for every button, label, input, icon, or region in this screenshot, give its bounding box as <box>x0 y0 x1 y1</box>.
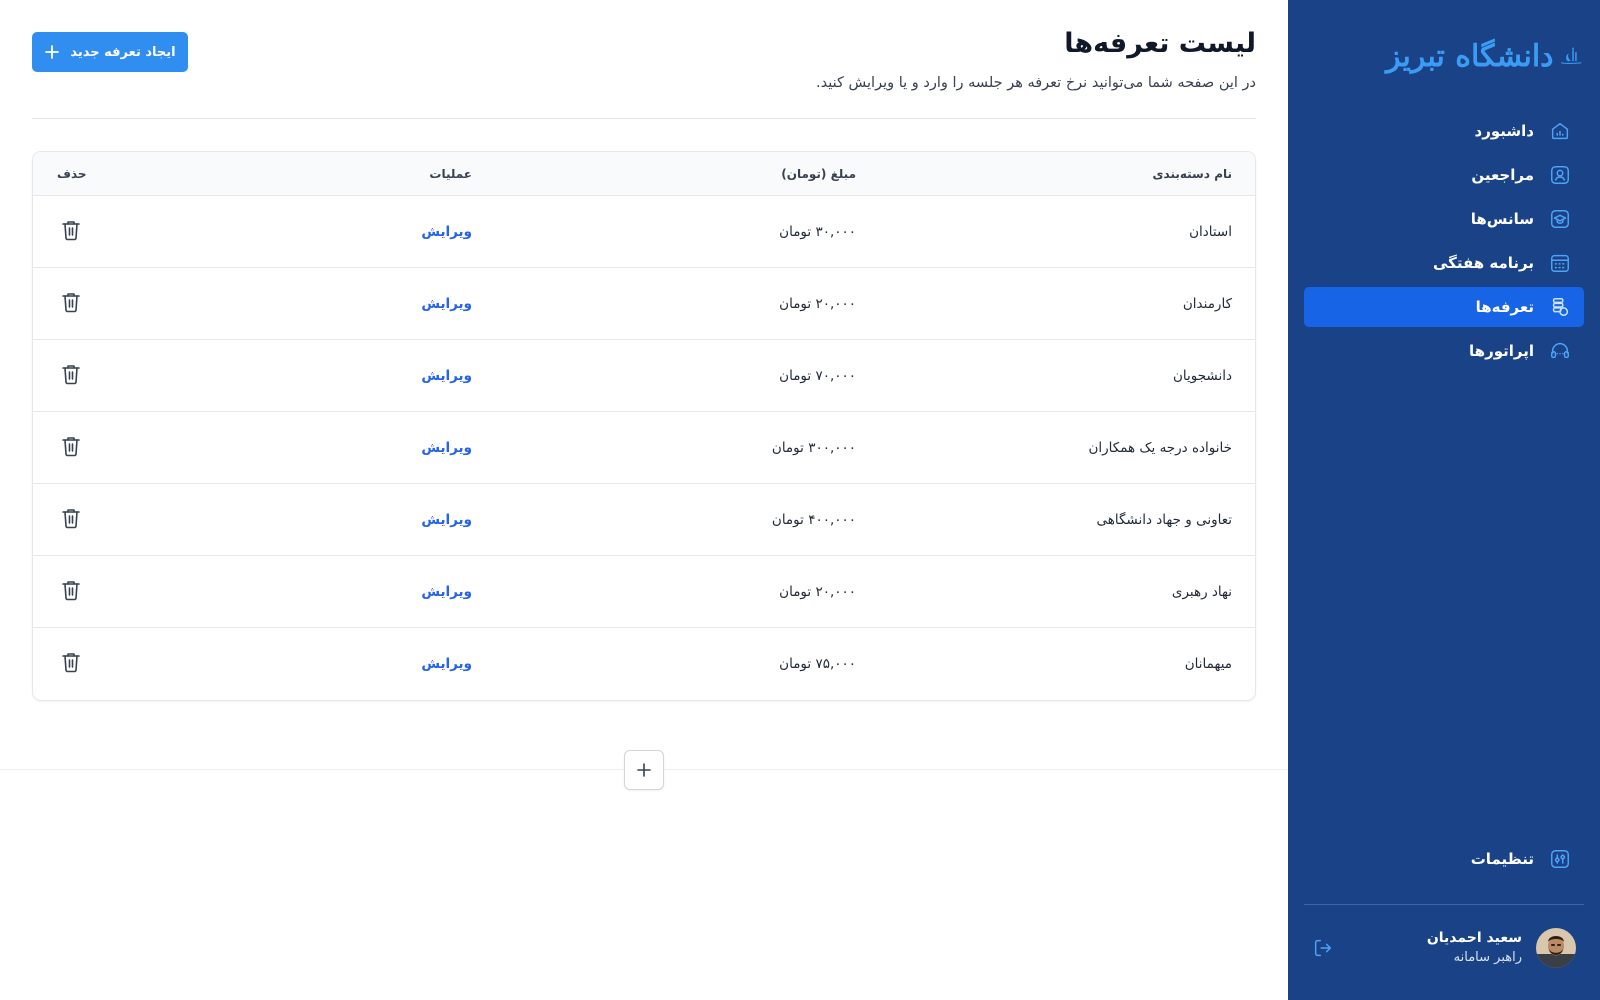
create-tariff-button[interactable]: ایجاد تعرفه جدید <box>32 32 188 72</box>
trash-icon <box>61 435 81 461</box>
headset-icon <box>1548 339 1572 363</box>
trash-icon <box>61 651 81 677</box>
sidebar-item-1[interactable]: مراجعین <box>1304 155 1584 195</box>
home-icon <box>1548 119 1572 143</box>
header-divider <box>32 118 1256 119</box>
table-header: نام دسته‌بندی مبلغ (تومان) عملیات حذف <box>33 152 1255 196</box>
user-role: راهبر سامانه <box>1453 950 1522 965</box>
sidebar-divider <box>1304 904 1584 905</box>
cell-category-name: نهاد رهبری <box>1171 584 1232 600</box>
trash-icon <box>61 579 81 605</box>
add-button[interactable] <box>624 750 664 790</box>
table-row: استادان ۳۰,۰۰۰ تومان ویرایش <box>33 196 1255 268</box>
cell-price: ۲۰,۰۰۰ تومان <box>779 584 856 600</box>
sidebar-item-0[interactable]: داشبورد <box>1304 111 1584 151</box>
cell-category-name: استادان <box>1189 224 1232 240</box>
user-info: سعید احمدیان راهبر سامانه <box>1334 928 1522 968</box>
logo-emblem-icon <box>1560 47 1582 64</box>
edit-link[interactable]: ویرایش <box>421 440 472 456</box>
edit-link[interactable]: ویرایش <box>421 296 472 312</box>
delete-button[interactable] <box>59 364 83 388</box>
table-row: میهمانان ۷۵,۰۰۰ تومان ویرایش <box>33 628 1255 700</box>
sidebar-item-label: داشبورد <box>1474 122 1534 140</box>
table-row: دانشجویان ۷۰,۰۰۰ تومان ویرایش <box>33 340 1255 412</box>
column-header-price[interactable]: مبلغ (تومان) <box>781 152 856 196</box>
graduation-cap-icon <box>1548 207 1572 231</box>
tariff-table: نام دسته‌بندی مبلغ (تومان) عملیات حذف اس… <box>32 151 1256 701</box>
cell-price: ۳۰۰,۰۰۰ تومان <box>771 440 856 456</box>
sidebar: دانشگاه تبریز داشبورد مراجعین سانس‌ها برنام… <box>1288 0 1600 1000</box>
sidebar-item-label: سانس‌ها <box>1470 210 1534 228</box>
university-logo[interactable]: دانشگاه تبریز <box>1386 30 1582 82</box>
cell-category-name: تعاونی و جهاد دانشگاهی <box>1096 512 1232 528</box>
table-row: کارمندان ۲۰,۰۰۰ تومان ویرایش <box>33 268 1255 340</box>
delete-button[interactable] <box>59 220 83 244</box>
sidebar-item-3[interactable]: برنامه هفتگی <box>1304 243 1584 283</box>
cell-category-name: دانشجویان <box>1172 368 1232 384</box>
trash-icon <box>61 507 81 533</box>
cell-price: ۳۰,۰۰۰ تومان <box>779 224 856 240</box>
cell-category-name: خانواده درجه یک همکاران <box>1088 440 1232 456</box>
delete-button[interactable] <box>59 292 83 316</box>
sidebar-nav: داشبورد مراجعین سانس‌ها برنامه هفتگی تعرفه‌ه… <box>1304 111 1584 375</box>
coins-icon <box>1548 295 1572 319</box>
page-subtitle: در این صفحه شما می‌توانید نرخ تعرفه هر ج… <box>816 75 1256 91</box>
cell-category-name: کارمندان <box>1182 296 1232 312</box>
user-profile: سعید احمدیان راهبر سامانه <box>1312 926 1576 970</box>
user-icon <box>1548 163 1572 187</box>
plus-icon <box>637 763 651 777</box>
cell-price: ۲۰,۰۰۰ تومان <box>779 296 856 312</box>
column-header-delete: حذف <box>57 167 87 181</box>
cell-price: ۴۰۰,۰۰۰ تومان <box>771 512 856 528</box>
edit-link[interactable]: ویرایش <box>421 584 472 600</box>
logo-text: دانشگاه تبریز <box>1386 38 1555 74</box>
cell-price: ۷۰,۰۰۰ تومان <box>779 368 856 384</box>
sidebar-item-2[interactable]: سانس‌ها <box>1304 199 1584 239</box>
table-row: تعاونی و جهاد دانشگاهی ۴۰۰,۰۰۰ تومان ویرای… <box>33 484 1255 556</box>
sidebar-item-5[interactable]: اپراتورها <box>1304 331 1584 371</box>
sidebar-item-label: برنامه هفتگی <box>1432 254 1534 272</box>
edit-link[interactable]: ویرایش <box>421 512 472 528</box>
cell-category-name: میهمانان <box>1184 656 1232 672</box>
edit-link[interactable]: ویرایش <box>421 656 472 672</box>
column-header-name[interactable]: نام دسته‌بندی <box>1153 152 1232 196</box>
sidebar-item-settings[interactable]: تنظیمات <box>1304 839 1584 879</box>
create-tariff-label: ایجاد تعرفه جدید <box>70 44 176 60</box>
user-name: سعید احمدیان <box>1426 930 1522 946</box>
delete-button[interactable] <box>59 436 83 460</box>
cell-price: ۷۵,۰۰۰ تومان <box>779 656 856 672</box>
delete-button[interactable] <box>59 580 83 604</box>
sidebar-item-label: مراجعین <box>1471 166 1534 184</box>
avatar[interactable] <box>1536 928 1576 968</box>
column-header-operations: عملیات <box>429 167 472 181</box>
edit-link[interactable]: ویرایش <box>421 368 472 384</box>
delete-button[interactable] <box>59 652 83 676</box>
table-row: خانواده درجه یک همکاران ۳۰۰,۰۰۰ تومان ویرا… <box>33 412 1255 484</box>
settings-sliders-icon <box>1548 847 1572 871</box>
table-body: استادان ۳۰,۰۰۰ تومان ویرایش کارمندان ۲۰,۰۰۰ … <box>33 196 1255 700</box>
delete-button[interactable] <box>59 508 83 532</box>
sidebar-bottom: تنظیمات <box>1304 839 1584 883</box>
main-content: لیست تعرفه‌ها در این صفحه شما می‌توانید … <box>0 0 1288 1000</box>
sidebar-item-4[interactable]: تعرفه‌ها <box>1304 287 1584 327</box>
calendar-icon <box>1548 251 1572 275</box>
sidebar-item-label: تنظیمات <box>1470 850 1534 868</box>
trash-icon <box>61 219 81 245</box>
page-title: لیست تعرفه‌ها <box>1064 28 1256 59</box>
sidebar-item-label: تعرفه‌ها <box>1475 298 1534 316</box>
edit-link[interactable]: ویرایش <box>421 224 472 240</box>
sidebar-item-label: اپراتورها <box>1469 342 1534 360</box>
trash-icon <box>61 363 81 389</box>
plus-icon <box>45 45 60 59</box>
table-row: نهاد رهبری ۲۰,۰۰۰ تومان ویرایش <box>33 556 1255 628</box>
trash-icon <box>61 291 81 317</box>
logout-icon[interactable] <box>1312 937 1334 959</box>
